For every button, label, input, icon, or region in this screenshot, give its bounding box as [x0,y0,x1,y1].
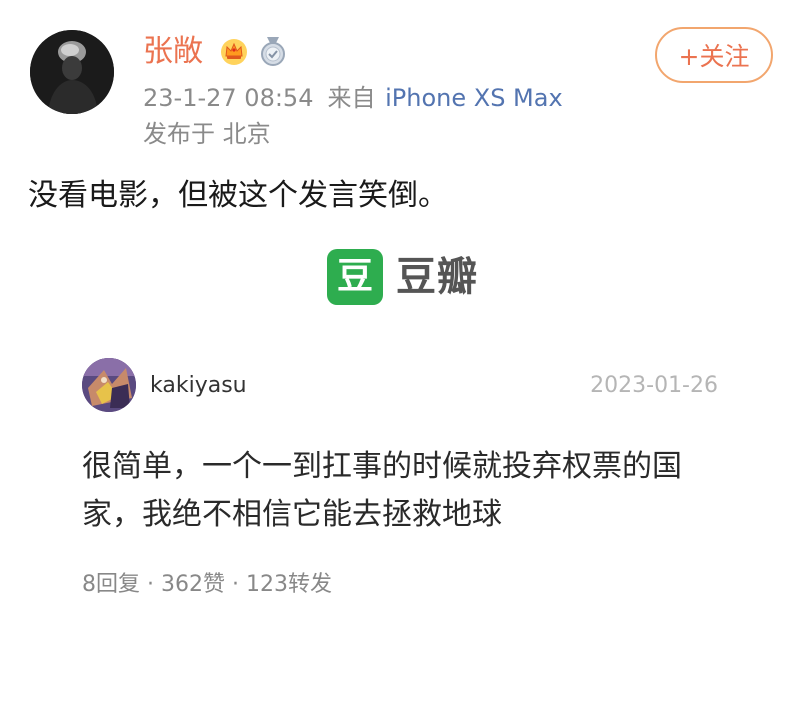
post-location: 发布于 北京 [143,120,271,148]
follow-button[interactable]: +关注 [655,27,773,83]
comment-date: 2023-01-26 [590,373,718,398]
crown-badge-icon [221,39,247,65]
source-device-link[interactable]: iPhone XS Max [385,84,563,112]
comment-stats: 8回复 · 362赞 · 123转发 [82,572,332,597]
comment-username[interactable]: kakiyasu [150,372,247,400]
post-meta: 23-1-27 08:54 来自 iPhone XS Max [143,82,563,114]
post-text: 没看电影，但被这个发言笑倒。 [28,178,448,213]
post-timestamp: 23-1-27 08:54 [143,84,314,112]
comment-avatar[interactable] [82,358,136,412]
comment-text: 很简单，一个一到扛事的时候就投弃权票的国家，我绝不相信它能去拯救地球 [82,449,682,532]
source-prefix: 来自 [327,84,376,112]
medal-badge-icon [261,37,285,66]
douban-logo-icon: 豆 [327,249,383,305]
comment-avatar-illustration-icon [82,358,136,412]
douban-logo-text: 豆瓣 [396,254,478,300]
author-name[interactable]: 张敞 [143,34,203,70]
author-avatar[interactable] [30,30,114,114]
avatar-portrait-icon [30,30,114,114]
